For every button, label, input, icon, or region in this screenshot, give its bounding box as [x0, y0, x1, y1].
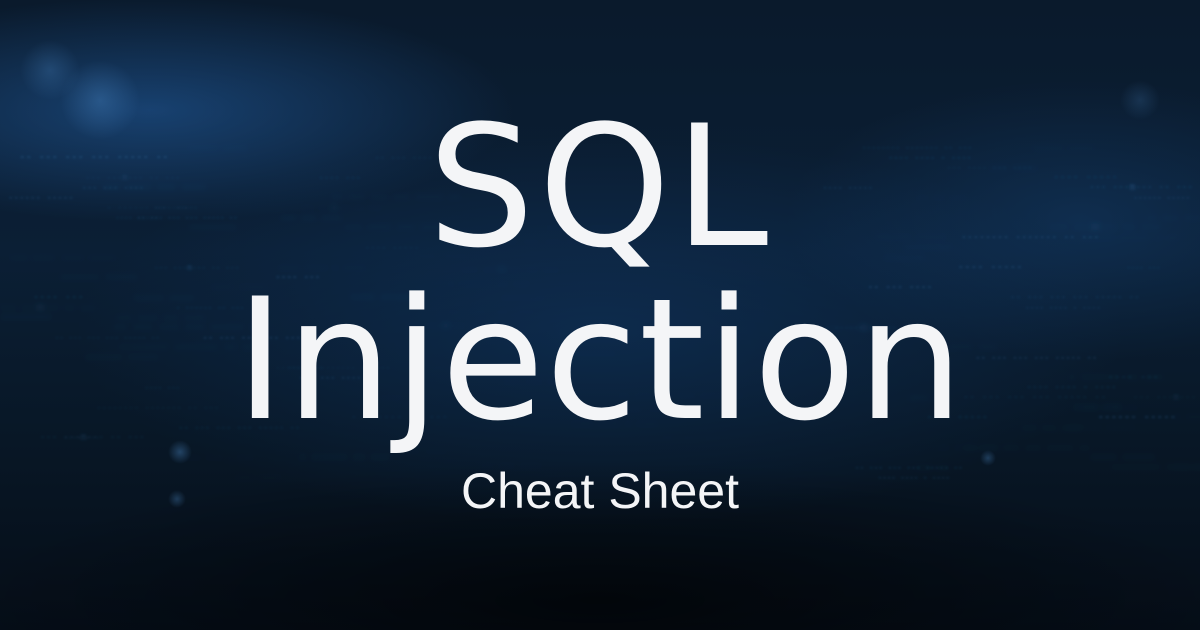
title-line-2: Injection [235, 262, 965, 458]
title-line-1: SQL [427, 89, 773, 285]
title-block: SQL Injection Cheat Sheet [0, 0, 1200, 630]
hero-banner: -------- ------- -- --- -- --- --- --- --… [0, 0, 1200, 630]
subtitle: Cheat Sheet [461, 463, 739, 519]
